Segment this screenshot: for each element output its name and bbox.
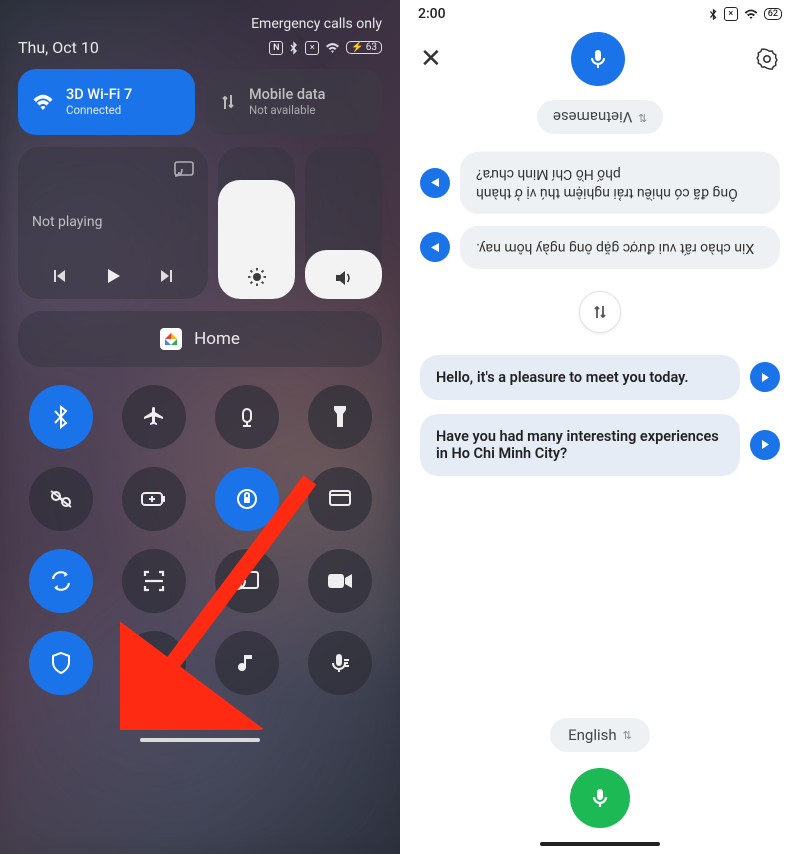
- status-icons: N × ⚡63: [269, 41, 382, 55]
- translator-app: 2:00 × 62 ✕ Vietnamese ⇅ Ông đã có nhiều…: [400, 0, 800, 854]
- nav-handle[interactable]: [540, 842, 660, 846]
- google-home-icon: [160, 328, 182, 350]
- bottom-language-selector[interactable]: English ⇅: [550, 718, 650, 752]
- edit-button[interactable]: Edit: [173, 709, 227, 730]
- translated-message[interactable]: Xin chào rất vui được gặp ông ngày hôm n…: [460, 226, 780, 269]
- qs-security[interactable]: [29, 631, 93, 695]
- chevron-updown-icon: ⇅: [623, 729, 632, 742]
- qs-screenshot[interactable]: [29, 467, 93, 531]
- source-message[interactable]: Hello, it's a pleasure to meet you today…: [420, 355, 740, 400]
- top-mic-button[interactable]: [571, 32, 625, 86]
- bluetooth-status-icon: [289, 41, 299, 55]
- brightness-slider[interactable]: [218, 147, 295, 299]
- wifi-ssid-label: 3D Wi-Fi 7: [66, 87, 132, 104]
- nfc-icon: N: [269, 41, 283, 55]
- qs-screen-record[interactable]: [308, 467, 372, 531]
- bluetooth-status-icon: [709, 8, 718, 21]
- emergency-calls-label: Emergency calls only: [18, 16, 382, 32]
- qs-airplane-mode[interactable]: [122, 385, 186, 449]
- battery-indicator: 62: [764, 8, 782, 20]
- mobile-data-icon: [219, 92, 237, 112]
- wifi-status-icon: [744, 9, 758, 20]
- source-message[interactable]: Have you had many interesting experience…: [420, 414, 740, 476]
- not-playing-label: Not playing: [32, 214, 194, 230]
- qs-dark-mode[interactable]: A: [122, 631, 186, 695]
- top-language-label: Vietnamese: [553, 108, 632, 126]
- next-track-button[interactable]: [159, 268, 175, 284]
- bottom-messages-area: Hello, it's a pleasure to meet you today…: [400, 355, 800, 496]
- time-label: 2:00: [418, 6, 446, 22]
- bottom-mic-button[interactable]: [570, 768, 630, 828]
- battery-indicator: ⚡63: [346, 41, 382, 54]
- mobile-data-label: Mobile data: [249, 87, 325, 104]
- home-device-tile[interactable]: Home: [18, 311, 382, 367]
- volume-icon: [334, 269, 354, 287]
- brightness-icon: [247, 267, 267, 287]
- qs-music-note[interactable]: [215, 631, 279, 695]
- home-label: Home: [194, 329, 240, 349]
- no-sim-icon: ×: [724, 7, 738, 21]
- qs-voice-input[interactable]: [308, 631, 372, 695]
- prev-track-button[interactable]: [51, 268, 67, 284]
- volume-slider[interactable]: [305, 147, 382, 299]
- date-label: Thu, Oct 10: [18, 38, 99, 57]
- top-messages-area: Ông đã có nhiều trải nghiệm thú vị ở thà…: [400, 152, 800, 269]
- mobile-data-tile[interactable]: Mobile data Not available: [205, 69, 382, 135]
- nav-handle[interactable]: [140, 738, 260, 742]
- quick-settings-grid: A: [18, 385, 382, 695]
- qs-sync[interactable]: [29, 549, 93, 613]
- qs-cast[interactable]: [215, 549, 279, 613]
- play-audio-button[interactable]: [750, 362, 780, 392]
- svg-text:A: A: [158, 663, 164, 672]
- wifi-status-icon: [325, 42, 340, 54]
- bottom-language-label: English: [568, 726, 617, 744]
- qs-bluetooth[interactable]: [29, 385, 93, 449]
- qs-auto-rotate-lock[interactable]: [215, 467, 279, 531]
- play-audio-button[interactable]: [420, 232, 450, 262]
- chevron-updown-icon: ⇅: [638, 111, 647, 124]
- close-button[interactable]: ✕: [420, 44, 442, 74]
- top-language-selector[interactable]: Vietnamese ⇅: [537, 100, 664, 134]
- cast-icon[interactable]: [174, 161, 194, 177]
- translated-message[interactable]: Ông đã có nhiều trải nghiệm thú vị ở thà…: [460, 152, 780, 214]
- play-button[interactable]: [104, 267, 122, 285]
- status-bar-right: 2:00 × 62: [400, 0, 800, 22]
- wifi-status-label: Connected: [66, 103, 132, 117]
- status-bar: Thu, Oct 10 N × ⚡63: [18, 38, 382, 57]
- qs-video[interactable]: [308, 549, 372, 613]
- qs-battery-saver[interactable]: [122, 467, 186, 531]
- qs-sound[interactable]: [215, 385, 279, 449]
- swap-languages-button[interactable]: [579, 291, 621, 333]
- play-audio-button[interactable]: [750, 430, 780, 460]
- control-center-panel: Emergency calls only Thu, Oct 10 N × ⚡63…: [0, 0, 400, 854]
- media-player-card[interactable]: Not playing: [18, 147, 208, 299]
- no-sim-icon: ×: [305, 41, 319, 55]
- wifi-tile[interactable]: 3D Wi-Fi 7 Connected: [18, 69, 195, 135]
- play-audio-button[interactable]: [420, 168, 450, 198]
- mobile-data-status: Not available: [249, 103, 325, 117]
- wifi-icon: [32, 93, 54, 111]
- qs-flashlight[interactable]: [308, 385, 372, 449]
- qs-scan[interactable]: [122, 549, 186, 613]
- settings-button[interactable]: [754, 46, 780, 72]
